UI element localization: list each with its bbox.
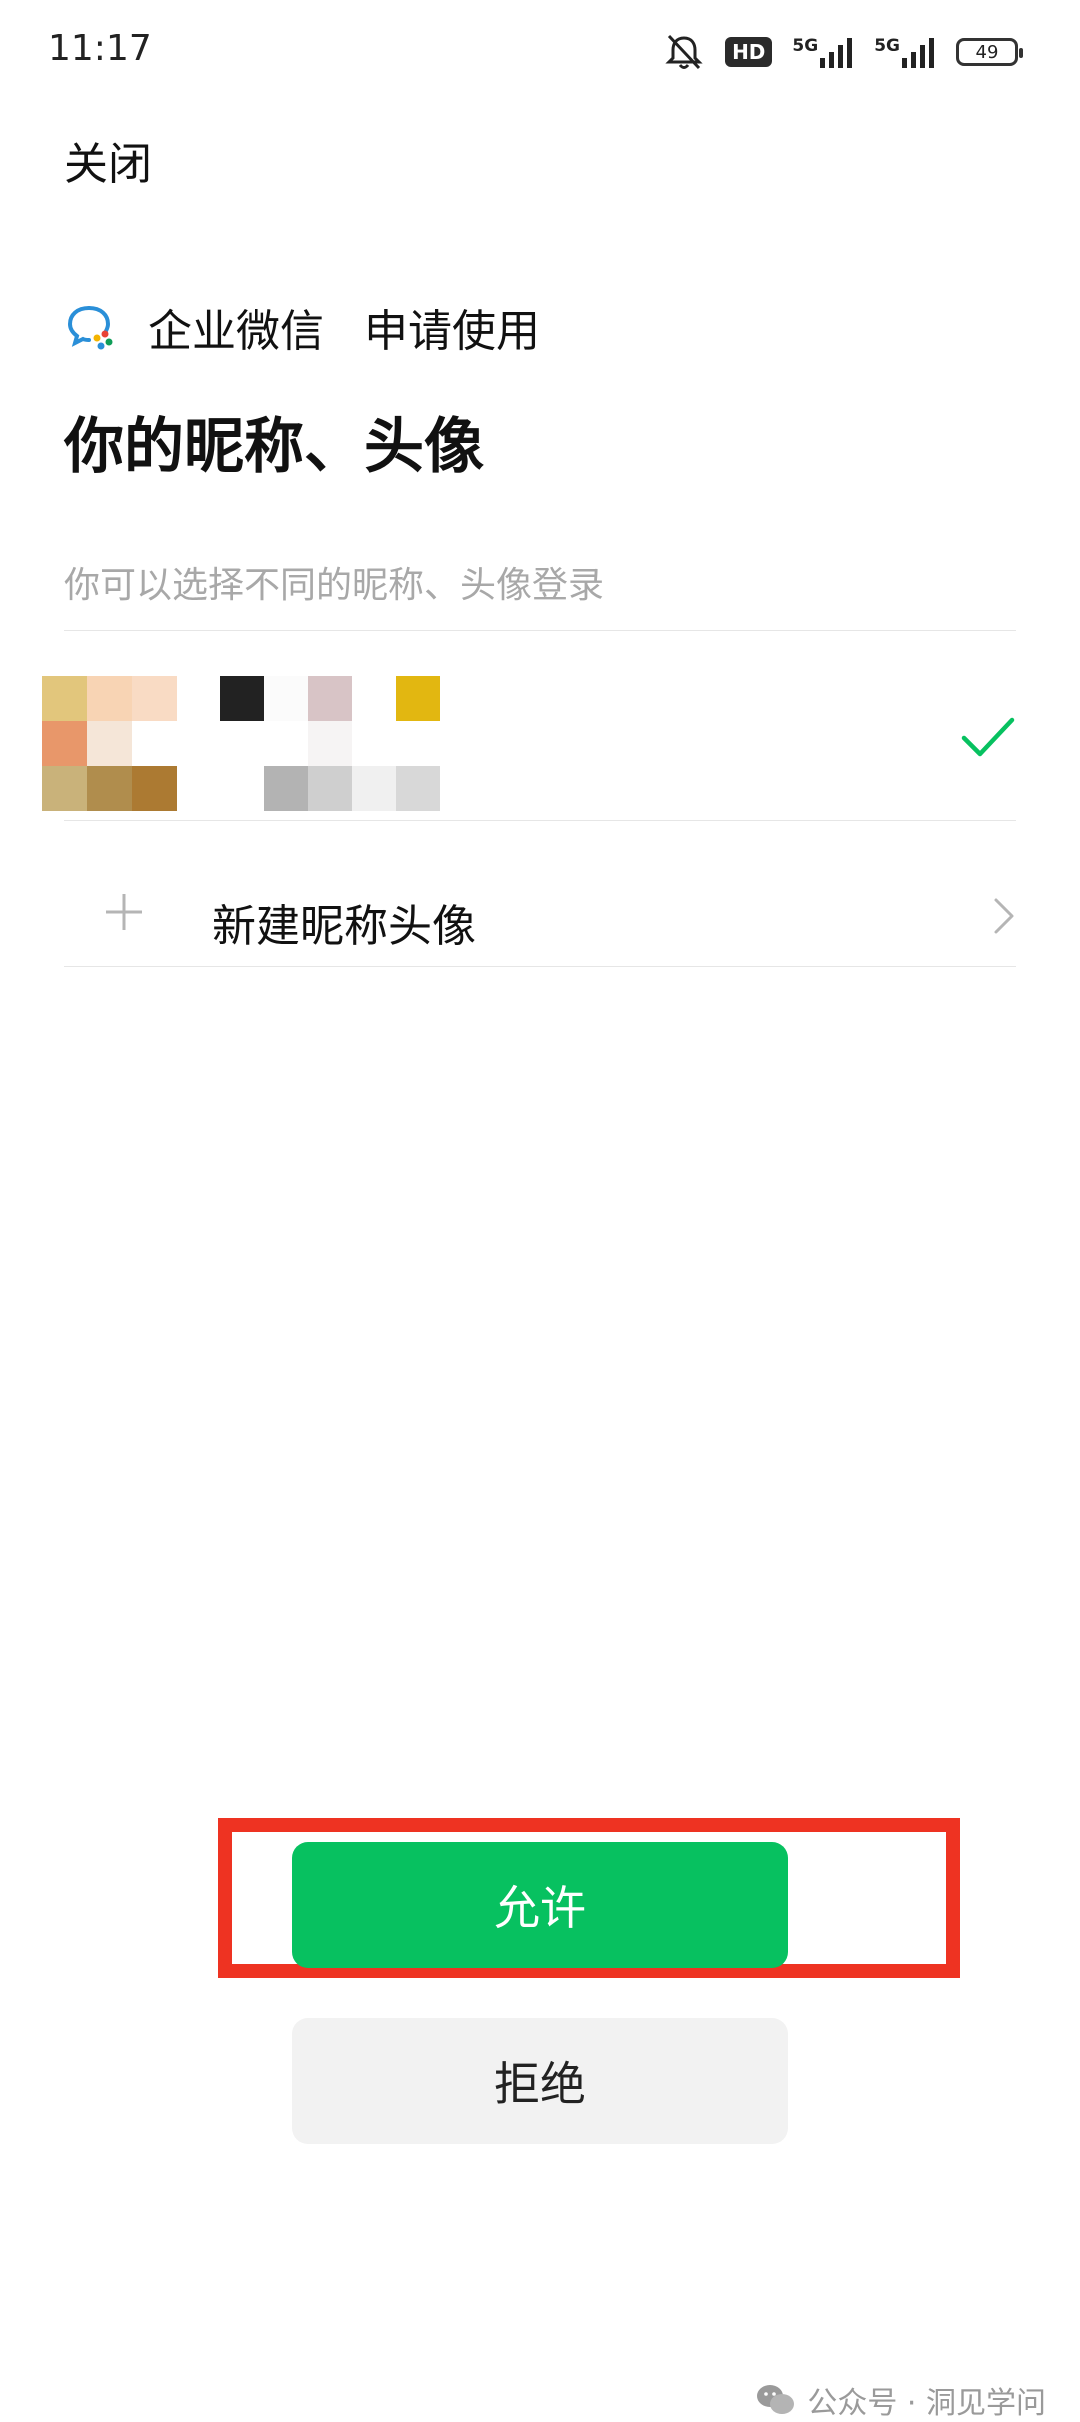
- mosaic-cell: [42, 721, 87, 766]
- mosaic-cell: [396, 721, 440, 766]
- page-subtitle: 你可以选择不同的昵称、头像登录: [64, 565, 605, 606]
- mosaic-cell: [87, 766, 132, 811]
- checkmark-icon: [961, 717, 1015, 757]
- mosaic-cell: [352, 721, 396, 766]
- signal-strength-icon: 5G: [792, 36, 854, 68]
- mosaic-cell: [264, 766, 308, 811]
- close-button[interactable]: 关闭: [64, 128, 152, 192]
- mosaic-cell: [132, 676, 177, 721]
- chevron-right-icon: [994, 898, 1014, 934]
- signal-label: 5G: [792, 36, 819, 56]
- mosaic-cell: [220, 766, 264, 811]
- hd-badge: HD: [725, 37, 773, 67]
- mosaic-cell: [132, 766, 177, 811]
- divider: [64, 820, 1016, 821]
- mosaic-cell: [352, 766, 396, 811]
- signal-label: 5G: [874, 36, 900, 56]
- mosaic-cell: [87, 676, 132, 721]
- status-icons: HD 5G 5G 49: [663, 28, 1023, 76]
- battery-level: 49: [975, 41, 999, 63]
- request-text: 申请使用: [364, 306, 540, 357]
- mosaic-cell: [220, 721, 264, 766]
- mosaic-cell: [308, 766, 352, 811]
- watermark-text: 公众号 · 洞见学问: [807, 2386, 1046, 2421]
- new-profile-label: 新建昵称头像: [212, 901, 476, 952]
- profile-option-selected[interactable]: [0, 646, 1080, 840]
- watermark: 公众号 · 洞见学问: [755, 2378, 1046, 2422]
- page-title: 你的昵称、头像: [64, 412, 484, 482]
- new-profile-row[interactable]: 新建昵称头像: [0, 840, 1080, 992]
- mosaic-cell: [396, 676, 440, 721]
- mute-bell-icon: [663, 32, 705, 72]
- divider: [64, 630, 1016, 631]
- app-request-header: 企业微信 申请使用: [64, 292, 540, 362]
- mosaic-cell: [87, 721, 132, 766]
- mosaic-cell: [352, 676, 396, 721]
- allow-button[interactable]: 允许: [292, 1842, 788, 1968]
- divider: [64, 966, 1016, 967]
- mosaic-cell: [308, 676, 352, 721]
- mosaic-cell: [42, 676, 87, 721]
- wechat-icon: [757, 2385, 795, 2414]
- battery-icon: 49: [956, 38, 1023, 66]
- avatar: [42, 676, 177, 811]
- mosaic-cell: [264, 721, 308, 766]
- deny-button[interactable]: 拒绝: [292, 2018, 788, 2144]
- mosaic-cell: [264, 676, 308, 721]
- mosaic-cell: [308, 721, 352, 766]
- wecom-logo-icon: [67, 306, 113, 350]
- mosaic-cell: [220, 676, 264, 721]
- signal-strength-icon: 5G: [874, 36, 936, 68]
- status-bar: 11:17 HD 5G 5G 49: [0, 0, 1080, 106]
- plus-icon: [106, 894, 142, 930]
- status-time: 11:17: [48, 28, 152, 69]
- app-name: 企业微信: [148, 306, 324, 357]
- mosaic-cell: [132, 721, 177, 766]
- profile-nickname-blurred: [220, 676, 440, 811]
- mosaic-cell: [42, 766, 87, 811]
- mosaic-cell: [396, 766, 440, 811]
